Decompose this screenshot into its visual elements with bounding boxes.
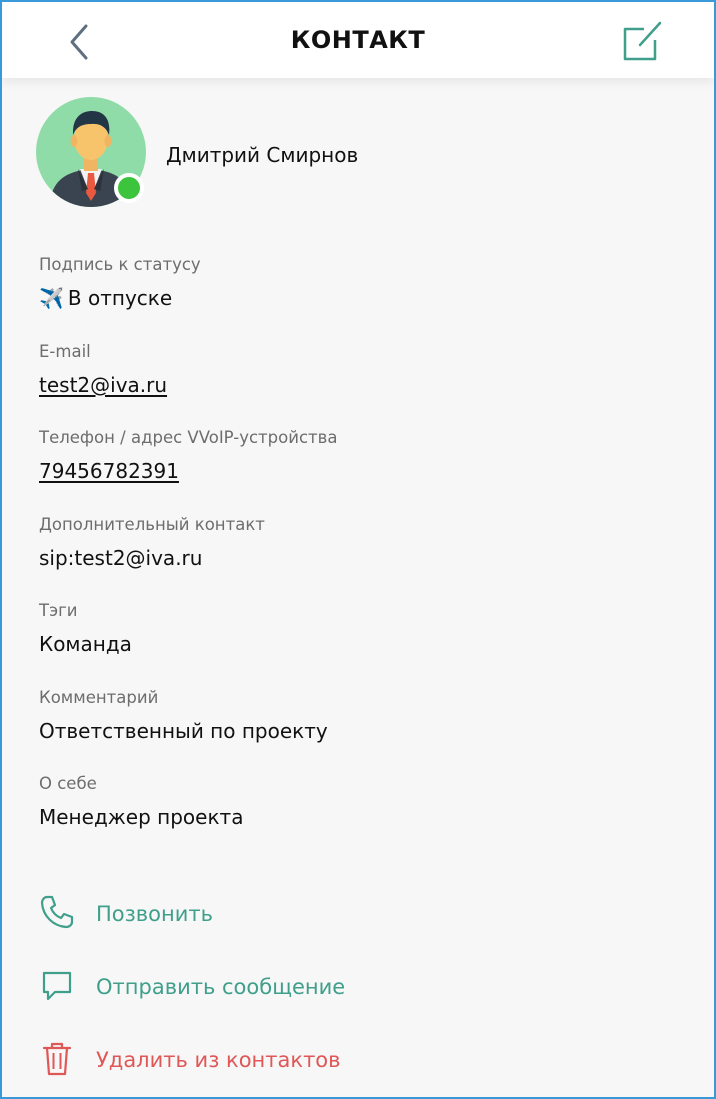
phone-link[interactable]: 79456782391 (39, 457, 679, 485)
field-label: Подпись к статусу (39, 255, 201, 274)
field-about: О себе Менеджер проекта (39, 773, 679, 860)
send-message-label: Отправить сообщение (96, 975, 346, 999)
field-label: Комментарий (39, 687, 159, 707)
field-extra-contact: Дополнительный контакт sip:test2@iva.ru (39, 514, 679, 601)
field-tags: Тэги Команда (39, 600, 679, 687)
comment-value: Ответственный по проекту (39, 718, 328, 743)
field-email: E-mail test2@iva.ru (39, 341, 679, 428)
field-label: Тэги (39, 601, 78, 620)
profile-block: Дмитрий Смирнов (36, 97, 636, 212)
field-label: E-mail (39, 341, 91, 361)
online-status-indicator (114, 173, 144, 203)
airplane-icon: ✈️ (39, 286, 64, 310)
email-link[interactable]: test2@iva.ru (39, 371, 679, 399)
contact-screen: КОНТАКТ Дмитрий Смирнов Подпись к статус… (0, 0, 716, 1099)
field-value: ✈️ В отпуске (39, 284, 679, 312)
delete-contact-button[interactable]: Удалить из контактов (39, 1038, 679, 1097)
extra-contact-value: sip:test2@iva.ru (39, 545, 203, 570)
edit-icon (623, 21, 662, 61)
contact-name: Дмитрий Смирнов (166, 143, 359, 167)
status-caption-text: В отпуске (67, 286, 173, 310)
about-value: Менеджер проекта (39, 805, 244, 829)
call-button[interactable]: Позвонить (39, 892, 679, 965)
page-title: КОНТАКТ (290, 26, 426, 54)
field-status-caption: Подпись к статусу ✈️ В отпуске (39, 254, 679, 341)
field-label: Телефон / адрес VVoIP-устройства (39, 428, 338, 447)
phone-icon (40, 895, 74, 929)
header-bar: КОНТАКТ (2, 2, 714, 78)
delete-contact-label: Удалить из контактов (96, 1048, 341, 1072)
field-label: О себе (39, 774, 97, 793)
send-message-button[interactable]: Отправить сообщение (39, 965, 679, 1038)
avatar[interactable] (36, 97, 146, 207)
contact-details: Подпись к статусу ✈️ В отпуске E-mail tes… (39, 254, 679, 860)
field-comment: Комментарий Ответственный по проекту (39, 687, 679, 774)
contact-actions: Позвонить Отправить сообщение Удалить из… (39, 892, 679, 1097)
call-label: Позвонить (96, 902, 214, 926)
chat-bubble-icon (42, 971, 72, 1001)
trash-icon (42, 1042, 72, 1076)
edit-button[interactable] (620, 18, 666, 64)
field-phone: Телефон / адрес VVoIP-устройства 7945678… (39, 427, 679, 514)
field-label: Дополнительный контакт (39, 514, 265, 534)
tags-value: Команда (39, 632, 132, 656)
